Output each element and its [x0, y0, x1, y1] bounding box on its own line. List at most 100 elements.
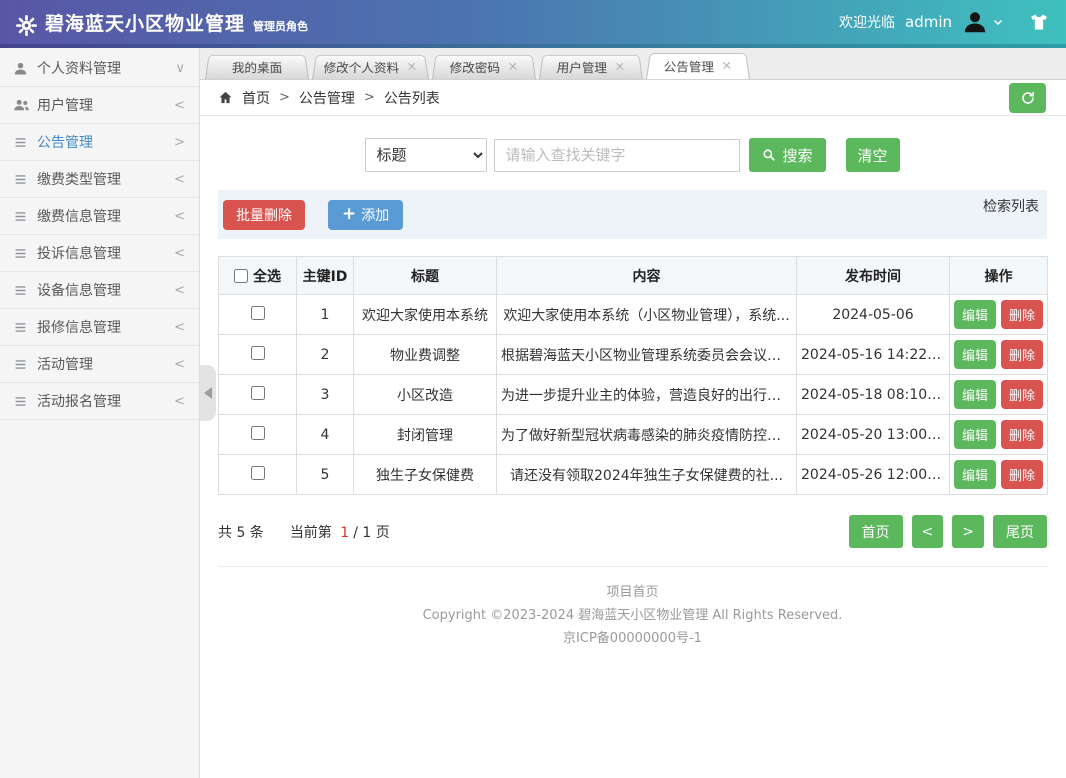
cell-content: 欢迎大家使用本系统（小区物业管理），系统... [497, 295, 797, 335]
table-row: 4 封闭管理 为了做好新型冠状病毒感染的肺炎疫情防控工... 2024-05-2… [219, 415, 1048, 455]
table-row: 1 欢迎大家使用本系统 欢迎大家使用本系统（小区物业管理），系统... 2024… [219, 295, 1048, 335]
tab-edit-profile[interactable]: 修改个人资料 × [312, 55, 429, 79]
username: admin [905, 13, 952, 31]
column-header-actions: 操作 [950, 257, 1048, 295]
search-field-select[interactable]: 标题 [365, 138, 487, 172]
list-icon [13, 321, 37, 334]
list-icon [13, 210, 37, 223]
row-checkbox[interactable] [251, 346, 265, 360]
close-icon[interactable]: × [507, 61, 519, 73]
copyright-text: Copyright ©2023-2024 碧海蓝天小区物业管理 All Righ… [218, 605, 1047, 628]
delete-button[interactable]: 删除 [1001, 380, 1043, 409]
breadcrumb-announcement[interactable]: 公告管理 [299, 88, 355, 108]
clear-button[interactable]: 清空 [846, 138, 900, 172]
cell-id: 3 [297, 375, 354, 415]
sidebar-item-activities[interactable]: 活动管理 < [0, 346, 199, 383]
sidebar-collapse-handle[interactable] [200, 365, 216, 421]
delete-button[interactable]: 删除 [1001, 340, 1043, 369]
sidebar-item-fee-types[interactable]: 缴费类型管理 < [0, 161, 199, 198]
sidebar-item-label: 缴费信息管理 [37, 206, 121, 226]
search-input[interactable] [494, 139, 740, 172]
edit-button[interactable]: 编辑 [954, 460, 996, 489]
batch-delete-label: 批量删除 [236, 208, 292, 224]
welcome-text: 欢迎光临 [839, 12, 895, 32]
tab-announcement-management[interactable]: 公告管理 × [646, 53, 750, 79]
theme-shirt-icon[interactable] [1028, 12, 1050, 32]
select-all-label: 全选 [253, 266, 281, 286]
tab-bar: 我的桌面 修改个人资料 × 修改密码 × 用户管理 × 公告管理 × [200, 48, 1066, 80]
last-page-button[interactable]: 尾页 [993, 515, 1047, 548]
sidebar-item-activity-signup[interactable]: 活动报名管理 < [0, 383, 199, 420]
edit-button[interactable]: 编辑 [954, 420, 996, 449]
select-all-checkbox[interactable] [234, 269, 248, 283]
edit-button[interactable]: 编辑 [954, 340, 996, 369]
cell-publish-time: 2024-05-16 14:22:45 [797, 335, 950, 375]
sidebar-item-profile[interactable]: 个人资料管理 ∨ [0, 50, 199, 87]
sidebar-item-repairs[interactable]: 报修信息管理 < [0, 309, 199, 346]
breadcrumb-announcement-list: 公告列表 [384, 88, 440, 108]
refresh-button[interactable] [1009, 83, 1046, 113]
sidebar-item-label: 报修信息管理 [37, 317, 121, 337]
delete-button[interactable]: 删除 [1001, 300, 1043, 329]
search-icon [762, 148, 776, 162]
plus-icon: + [342, 206, 356, 223]
row-checkbox[interactable] [251, 386, 265, 400]
app-logo: 碧海蓝天小区物业管理 管理员角色 [16, 9, 308, 36]
tab-change-password[interactable]: 修改密码 × [432, 55, 536, 79]
home-icon [218, 90, 233, 105]
cell-title: 独生子女保健费 [354, 455, 497, 495]
tab-user-management[interactable]: 用户管理 × [539, 55, 643, 79]
chevron-left-icon: < [174, 172, 185, 187]
column-header-id: 主键ID [297, 257, 354, 295]
avatar-icon [962, 9, 988, 35]
footer-home-link[interactable]: 项目首页 [606, 585, 658, 600]
clear-button-label: 清空 [858, 147, 888, 165]
close-icon[interactable]: × [721, 60, 733, 72]
row-checkbox[interactable] [251, 306, 265, 320]
search-button[interactable]: 搜索 [749, 138, 825, 172]
list-icon [13, 284, 37, 297]
chevron-left-icon: < [174, 246, 185, 261]
column-header-content: 内容 [497, 257, 797, 295]
cell-content: 请还没有领取2024年独生子女保健费的社... [497, 455, 797, 495]
edit-button[interactable]: 编辑 [954, 380, 996, 409]
user-menu[interactable] [962, 9, 1004, 35]
sidebar-item-complaints[interactable]: 投诉信息管理 < [0, 235, 199, 272]
sidebar-item-label: 投诉信息管理 [37, 243, 121, 263]
sidebar-item-users[interactable]: 用户管理 < [0, 87, 199, 124]
tab-my-desktop[interactable]: 我的桌面 [205, 55, 309, 79]
cell-content: 为了做好新型冠状病毒感染的肺炎疫情防控工... [497, 415, 797, 455]
cell-publish-time: 2024-05-26 12:00:00 [797, 455, 950, 495]
next-page-button[interactable]: > [952, 515, 984, 548]
sidebar-item-fee-info[interactable]: 缴费信息管理 < [0, 198, 199, 235]
add-button[interactable]: + 添加 [328, 200, 403, 230]
search-button-label: 搜索 [782, 145, 812, 166]
pagination: 共 5 条当前第 1/ 1 页 首页 < > 尾页 [218, 515, 1047, 548]
sidebar-item-announcements[interactable]: 公告管理 > [0, 124, 199, 161]
table-header-row: 全选 主键ID 标题 内容 发布时间 操作 [219, 257, 1048, 295]
edit-button[interactable]: 编辑 [954, 300, 996, 329]
close-icon[interactable]: × [406, 61, 418, 73]
column-header-publish-time: 发布时间 [797, 257, 950, 295]
batch-delete-button[interactable]: 批量删除 [223, 200, 305, 230]
delete-button[interactable]: 删除 [1001, 420, 1043, 449]
current-page-number: 1 [340, 525, 349, 541]
close-icon[interactable]: × [614, 61, 626, 73]
row-checkbox[interactable] [251, 466, 265, 480]
app-header: 碧海蓝天小区物业管理 管理员角色 欢迎光临 admin [0, 0, 1066, 44]
chevron-left-icon: < [174, 209, 185, 224]
sidebar-item-equipment[interactable]: 设备信息管理 < [0, 272, 199, 309]
chevron-left-icon: < [174, 357, 185, 372]
list-title: 检索列表 [983, 190, 1039, 216]
table-row: 2 物业费调整 根据碧海蓝天小区物业管理系统委员会会议研... 2024-05-… [219, 335, 1048, 375]
sidebar-item-label: 活动报名管理 [37, 391, 121, 411]
list-icon [13, 173, 37, 186]
delete-button[interactable]: 删除 [1001, 460, 1043, 489]
breadcrumb-separator: > [364, 90, 375, 105]
row-checkbox[interactable] [251, 426, 265, 440]
prev-page-button[interactable]: < [912, 515, 944, 548]
first-page-button[interactable]: 首页 [849, 515, 903, 548]
app-title: 碧海蓝天小区物业管理 [45, 9, 245, 36]
breadcrumb-home[interactable]: 首页 [242, 88, 270, 108]
cell-id: 5 [297, 455, 354, 495]
